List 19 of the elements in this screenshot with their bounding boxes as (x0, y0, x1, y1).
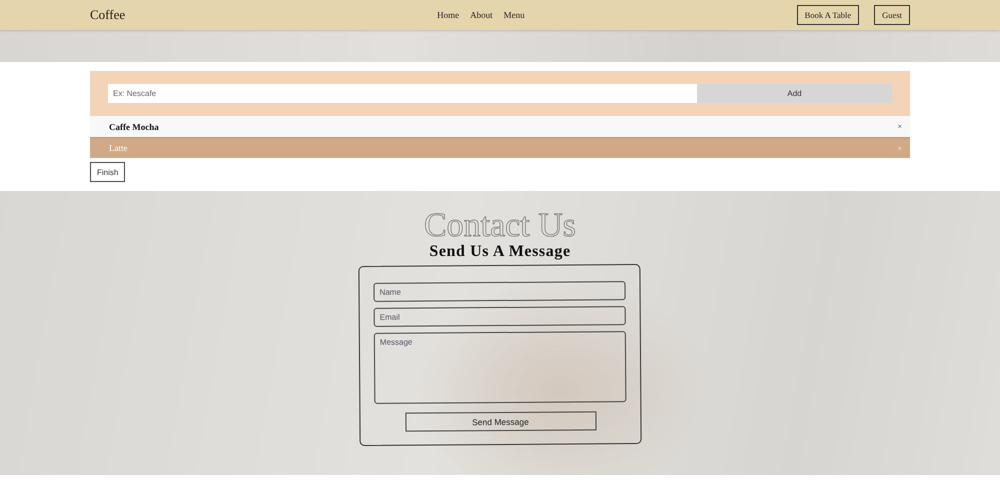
close-icon[interactable]: × (897, 122, 902, 131)
nav-button[interactable]: Guest (874, 5, 910, 25)
item-name: Caffe Mocha (109, 122, 159, 132)
finish-button[interactable]: Finish (90, 162, 126, 182)
nav-link[interactable]: Menu (504, 10, 525, 20)
outlined-heading: Contact Us (424, 209, 576, 243)
nav-button[interactable]: Book A Table (796, 5, 860, 25)
heading: Send Us A Message (429, 243, 571, 261)
coffee-input[interactable]: Ex: Nescafe (108, 84, 697, 103)
nav-link[interactable]: Home (437, 10, 460, 20)
nav-link[interactable]: About (470, 10, 493, 20)
send-button[interactable]: Send Message (404, 411, 596, 432)
input-field[interactable]: Email (374, 306, 626, 327)
input-field[interactable]: Name (374, 281, 626, 302)
message-field[interactable]: Message (374, 331, 626, 404)
add-button[interactable]: Add (697, 84, 892, 103)
list-item[interactable]: Caffe Mocha × (90, 116, 910, 137)
item-name: Latte (109, 143, 128, 153)
brand-name[interactable]: Coffee (90, 7, 126, 23)
